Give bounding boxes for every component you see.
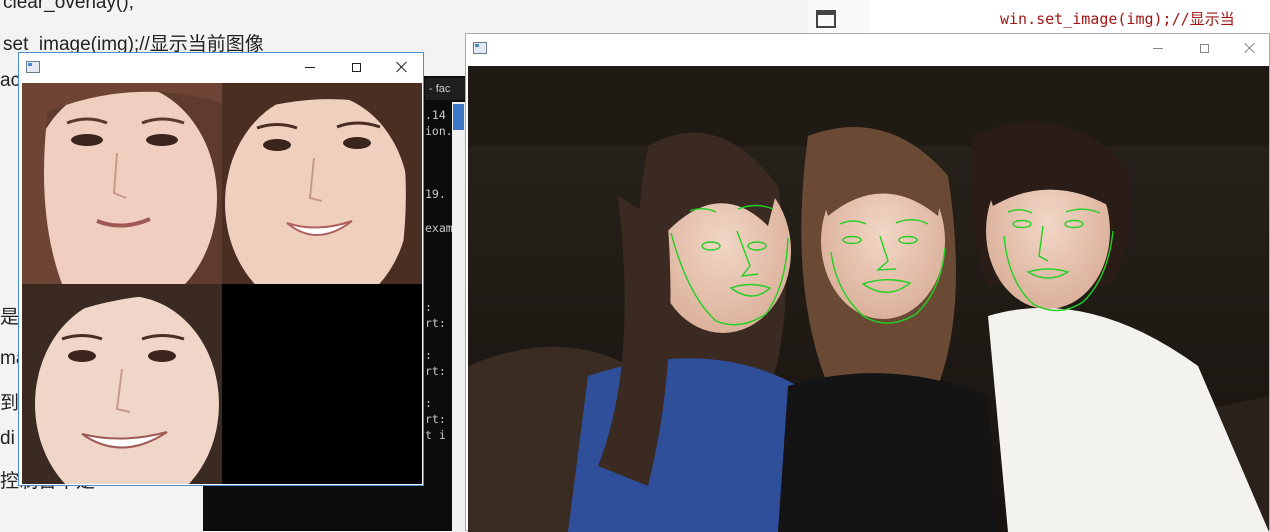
photo-canvas	[468, 66, 1269, 532]
console-line: rt:	[425, 316, 446, 330]
console-line: ion.	[425, 124, 453, 138]
console-line: :	[425, 348, 432, 362]
face-chip-3	[22, 284, 222, 484]
console-line: 19.	[425, 187, 446, 201]
minimize-button[interactable]	[287, 53, 333, 81]
console-line: :	[425, 300, 432, 314]
maximize-button[interactable]	[1181, 34, 1227, 62]
code-line: win.set_image(img);//显示当	[1000, 10, 1235, 28]
close-icon	[1244, 42, 1256, 54]
editor-gutter	[808, 0, 870, 33]
group-photo	[468, 66, 1269, 532]
maximize-button[interactable]	[333, 53, 379, 81]
close-button[interactable]	[379, 53, 425, 81]
title-bar[interactable]	[19, 53, 423, 81]
minimize-icon	[1153, 47, 1163, 49]
console-line: :	[425, 396, 432, 410]
minimize-icon	[305, 66, 315, 68]
face-chip-grid	[22, 83, 422, 484]
close-icon	[396, 61, 408, 73]
window-icon[interactable]	[816, 10, 836, 28]
maximize-icon	[1199, 43, 1209, 53]
minimize-button[interactable]	[1135, 34, 1181, 62]
console-line: t i	[425, 428, 446, 442]
console-line: .14	[425, 108, 446, 122]
doc-fragment: di	[0, 428, 15, 449]
console-line: rt:	[425, 412, 446, 426]
scrollbar-thumb[interactable]	[453, 104, 464, 130]
console-line: rt:	[425, 364, 446, 378]
face-chips-window[interactable]	[18, 52, 424, 486]
console-tab[interactable]: - fac	[425, 78, 465, 100]
empty-tile	[222, 284, 422, 484]
face-chip-2	[222, 83, 422, 284]
photo-window[interactable]	[465, 33, 1270, 532]
title-bar[interactable]	[466, 34, 1269, 62]
app-icon	[26, 61, 40, 73]
maximize-icon	[351, 62, 361, 72]
close-button[interactable]	[1227, 34, 1270, 62]
app-icon	[473, 42, 487, 54]
console-line: exam	[425, 221, 453, 235]
doc-line: clear_overlay();	[3, 0, 134, 13]
face-chip-1	[22, 83, 222, 284]
console-scrollbar[interactable]	[452, 102, 465, 531]
